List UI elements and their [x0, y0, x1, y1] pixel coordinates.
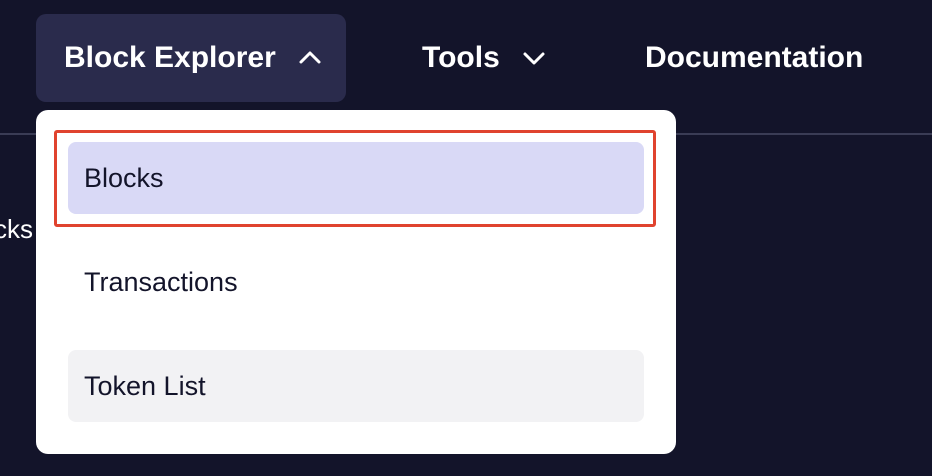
menu-item-label: Transactions — [84, 266, 238, 297]
app-screen: Block Explorer Tools Documentation cks B… — [0, 0, 932, 476]
nav-tools-label: Tools — [422, 41, 500, 74]
menu-item-blocks[interactable]: Blocks — [68, 142, 644, 214]
block-explorer-dropdown: Blocks Transactions Token List — [36, 110, 676, 454]
nav-documentation-label: Documentation — [645, 41, 864, 74]
chevron-down-icon — [522, 46, 546, 70]
menu-item-token-list[interactable]: Token List — [68, 350, 644, 422]
background-partial-text: cks — [0, 214, 33, 244]
menu-item-label: Blocks — [84, 162, 164, 193]
nav-block-explorer[interactable]: Block Explorer — [36, 14, 346, 102]
chevron-up-icon — [298, 46, 322, 70]
nav-block-explorer-label: Block Explorer — [64, 41, 276, 74]
nav-tools[interactable]: Tools — [422, 14, 546, 102]
nav-documentation[interactable]: Documentation — [645, 14, 863, 102]
menu-item-label: Token List — [84, 370, 206, 401]
menu-item-transactions[interactable]: Transactions — [68, 246, 644, 318]
